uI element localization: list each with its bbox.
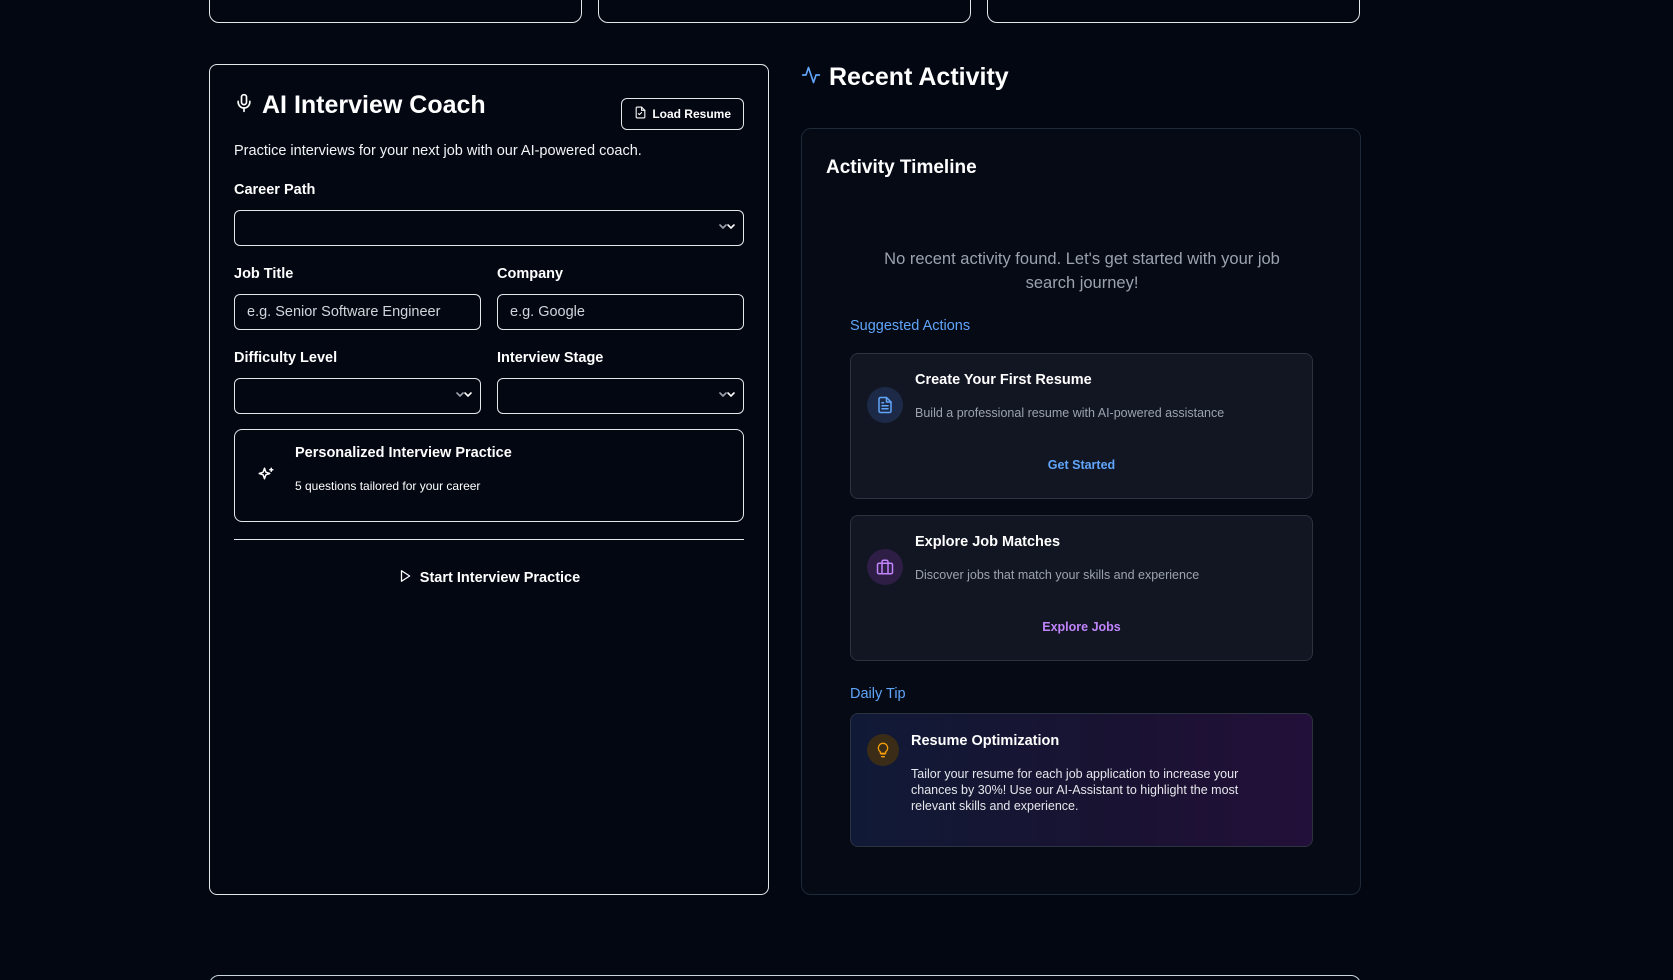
difficulty-select[interactable] bbox=[234, 378, 481, 414]
empty-activity-message: No recent activity found. Let's get star… bbox=[884, 250, 1280, 292]
play-icon bbox=[398, 569, 412, 587]
start-interview-label: Start Interview Practice bbox=[419, 570, 581, 586]
explore-jobs-link[interactable]: Explore Jobs bbox=[851, 620, 1312, 634]
job-title-label: Job Title bbox=[234, 266, 294, 282]
suggestion-description: Build a professional resume with AI-powe… bbox=[915, 406, 1225, 420]
microphone-icon bbox=[234, 93, 254, 118]
suggestion-title: Explore Job Matches bbox=[915, 534, 1061, 550]
career-path-select[interactable] bbox=[234, 210, 744, 246]
tip-title: Resume Optimization bbox=[911, 733, 1060, 749]
interview-coach-card: AI Interview Coach Load Resume Practice … bbox=[209, 64, 769, 895]
recent-activity-title: Recent Activity bbox=[829, 63, 1009, 91]
company-input[interactable]: e.g. Google bbox=[497, 294, 744, 330]
daily-tip-card: Resume Optimization Tailor your resume f… bbox=[850, 713, 1313, 847]
practice-title: Personalized Interview Practice bbox=[295, 445, 512, 461]
coach-description: Practice interviews for your next job wi… bbox=[234, 143, 642, 159]
coach-header: AI Interview Coach bbox=[234, 91, 486, 120]
practice-subtitle: 5 questions tailored for your career bbox=[295, 479, 481, 493]
chevron-down-icon bbox=[456, 388, 474, 409]
recent-activity-header: Recent Activity bbox=[801, 63, 1009, 92]
load-resume-label: Load Resume bbox=[652, 107, 731, 121]
difficulty-label: Difficulty Level bbox=[234, 350, 338, 366]
suggestion-card-resume: Create Your First Resume Build a profess… bbox=[850, 353, 1313, 499]
career-path-label: Career Path bbox=[234, 182, 316, 198]
sparkles-icon bbox=[257, 466, 275, 489]
file-icon bbox=[634, 106, 647, 122]
suggestion-card-jobs: Explore Job Matches Discover jobs that m… bbox=[850, 515, 1313, 661]
activity-icon bbox=[801, 65, 821, 90]
coach-title: AI Interview Coach bbox=[262, 91, 486, 119]
company-label: Company bbox=[497, 266, 564, 282]
interview-stage-select[interactable] bbox=[497, 378, 744, 414]
suggestion-title: Create Your First Resume bbox=[915, 372, 1092, 388]
activity-timeline-card: Activity Timeline No recent activity fou… bbox=[801, 128, 1361, 895]
tip-text: Tailor your resume for each job applicat… bbox=[911, 767, 1239, 813]
divider bbox=[234, 539, 744, 540]
timeline-title: Activity Timeline bbox=[826, 157, 977, 178]
stat-card bbox=[598, 0, 971, 23]
stat-card bbox=[987, 0, 1360, 23]
start-interview-button[interactable]: Start Interview Practice bbox=[234, 560, 744, 596]
daily-tip-label: Daily Tip bbox=[850, 686, 906, 702]
stat-card bbox=[209, 0, 582, 23]
briefcase-icon bbox=[867, 549, 903, 585]
interview-stage-label: Interview Stage bbox=[497, 350, 604, 366]
get-started-link[interactable]: Get Started bbox=[851, 458, 1312, 472]
suggestion-description: Discover jobs that match your skills and… bbox=[915, 568, 1200, 582]
chevron-down-icon bbox=[719, 220, 737, 241]
personalized-practice-box: Personalized Interview Practice 5 questi… bbox=[234, 429, 744, 522]
chevron-down-icon bbox=[719, 388, 737, 409]
bottom-card bbox=[209, 975, 1361, 980]
suggested-actions-label: Suggested Actions bbox=[850, 318, 971, 334]
job-title-input[interactable]: e.g. Senior Software Engineer bbox=[234, 294, 481, 330]
document-icon bbox=[867, 387, 903, 423]
load-resume-button[interactable]: Load Resume bbox=[621, 98, 744, 130]
lightbulb-icon bbox=[867, 734, 899, 766]
